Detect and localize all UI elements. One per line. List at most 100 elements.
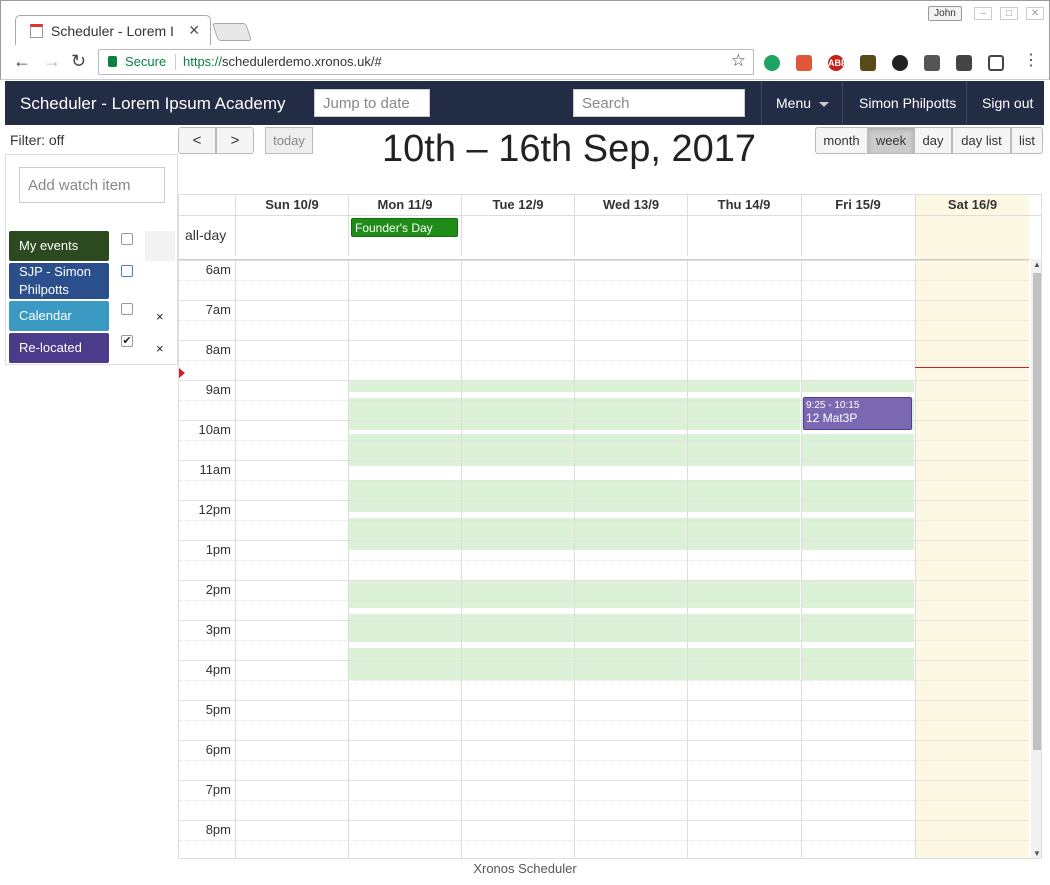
header-gutter bbox=[179, 195, 235, 215]
adblock-icon[interactable]: ABP bbox=[828, 55, 847, 71]
day-header[interactable]: Tue 12/9 bbox=[461, 195, 574, 215]
url-scheme: https:// bbox=[183, 54, 223, 69]
browser-tab[interactable]: Scheduler - Lorem I ✕ bbox=[15, 15, 211, 47]
all-day-event[interactable]: Founder's Day bbox=[351, 218, 458, 237]
search-input[interactable]: Search bbox=[573, 89, 745, 117]
address-bar-row: ← → ↻ Secure https://schedulerdemo.xrono… bbox=[0, 45, 1050, 80]
day-header[interactable]: Wed 13/9 bbox=[574, 195, 687, 215]
time-label: 9am bbox=[205, 382, 231, 397]
extension-paw-icon[interactable] bbox=[892, 55, 908, 71]
view-day-list-button[interactable]: day list bbox=[952, 127, 1011, 154]
scrollbar-thumb[interactable] bbox=[1033, 273, 1041, 750]
week-calendar: Sun 10/9 Mon 11/9 Tue 12/9 Wed 13/9 Thu 14/9… bbox=[178, 194, 1042, 859]
watch-item-label[interactable]: SJP - Simon Philpotts bbox=[9, 263, 109, 299]
time-label: 7pm bbox=[205, 782, 231, 797]
all-day-label: all-day bbox=[185, 227, 227, 243]
scroll-up-icon[interactable]: ▲ bbox=[1033, 260, 1041, 269]
remove-icon[interactable]: × bbox=[156, 341, 164, 356]
time-label: 1pm bbox=[205, 542, 231, 557]
day-header[interactable]: Mon 11/9 bbox=[348, 195, 461, 215]
remove-icon[interactable]: × bbox=[156, 309, 164, 324]
time-label: 8am bbox=[205, 342, 231, 357]
forward-arrow-icon[interactable]: → bbox=[43, 52, 61, 70]
extension-bulb-icon[interactable] bbox=[924, 55, 940, 71]
nav-divider bbox=[842, 81, 843, 125]
event-time: 9:25 - 10:15 bbox=[806, 399, 860, 411]
calendar-title: 10th – 16th Sep, 2017 bbox=[382, 128, 756, 170]
tab-close-icon[interactable]: ✕ bbox=[188, 22, 200, 39]
day-column[interactable] bbox=[235, 260, 348, 858]
day-header[interactable]: Sun 10/9 bbox=[235, 195, 348, 215]
day-header[interactable]: Sat 16/9 bbox=[915, 195, 1029, 215]
calendar-scrollbar[interactable]: ▲ ▼ bbox=[1031, 259, 1041, 858]
all-day-cell[interactable] bbox=[915, 216, 1028, 256]
menu-label: Menu bbox=[776, 95, 812, 111]
reload-icon[interactable]: ↻ bbox=[71, 52, 86, 70]
watch-item-checkbox[interactable] bbox=[121, 303, 133, 315]
time-label: 6pm bbox=[205, 742, 231, 757]
bookmark-star-icon[interactable]: ☆ bbox=[731, 51, 746, 71]
app-brand[interactable]: Scheduler - Lorem Ipsum Academy bbox=[20, 94, 286, 114]
extension-green-icon[interactable] bbox=[764, 55, 780, 71]
back-arrow-icon[interactable]: ← bbox=[13, 52, 31, 70]
url-text[interactable]: https://schedulerdemo.xronos.uk/# bbox=[183, 54, 382, 69]
all-day-cell[interactable] bbox=[574, 216, 687, 256]
day-column[interactable] bbox=[915, 260, 1028, 858]
view-week-button[interactable]: week bbox=[868, 127, 914, 154]
all-day-cell[interactable] bbox=[235, 216, 348, 256]
day-column[interactable] bbox=[801, 260, 914, 858]
watch-item-checkbox[interactable] bbox=[121, 265, 133, 277]
day-column[interactable] bbox=[574, 260, 687, 858]
nav-divider bbox=[966, 81, 967, 125]
new-tab-button[interactable] bbox=[212, 23, 252, 41]
timed-event[interactable]: 9:25 - 10:15 12 Mat3P bbox=[803, 396, 912, 430]
day-header[interactable]: Fri 15/9 bbox=[801, 195, 914, 215]
time-grid[interactable]: 6am 7am 8am 9am 10am 11am 12pm 1pm 2pm 3pm 4pm 5pm 6… bbox=[179, 259, 1029, 858]
next-week-button[interactable]: > bbox=[216, 127, 254, 154]
view-month-button[interactable]: month bbox=[815, 127, 868, 154]
watch-item-label[interactable]: My events bbox=[9, 231, 109, 261]
sign-out-link[interactable]: Sign out bbox=[982, 95, 1033, 111]
time-label: 7am bbox=[205, 302, 231, 317]
scroll-down-icon[interactable]: ▼ bbox=[1033, 849, 1041, 858]
prev-week-button[interactable]: < bbox=[178, 127, 216, 154]
day-header[interactable]: Thu 14/9 bbox=[687, 195, 800, 215]
cast-icon[interactable] bbox=[988, 55, 1004, 71]
extension-calendar-icon[interactable] bbox=[796, 55, 812, 71]
watch-item-label[interactable]: Re-located bbox=[9, 333, 109, 363]
nav-divider bbox=[761, 81, 762, 125]
view-list-button[interactable]: list bbox=[1011, 127, 1043, 154]
maximize-icon[interactable]: □ bbox=[1000, 7, 1018, 20]
add-watch-item-input[interactable]: Add watch item bbox=[19, 167, 165, 203]
time-label: 4pm bbox=[205, 662, 231, 677]
today-button[interactable]: today bbox=[265, 127, 313, 154]
browser-menu-icon[interactable]: ⋮ bbox=[1023, 52, 1039, 70]
window-close-icon[interactable]: ✕ bbox=[1026, 7, 1044, 20]
extension-house-icon[interactable] bbox=[860, 55, 876, 71]
time-label: 12pm bbox=[198, 502, 231, 517]
app-navbar: Scheduler - Lorem Ipsum Academy Jump to … bbox=[5, 81, 1044, 125]
watch-item-checkbox[interactable]: ✔ bbox=[121, 335, 133, 347]
time-label: 5pm bbox=[205, 702, 231, 717]
watch-item-label[interactable]: Calendar bbox=[9, 301, 109, 331]
time-label: 10am bbox=[198, 422, 231, 437]
extension-mail-icon[interactable] bbox=[956, 55, 972, 71]
menu-dropdown[interactable]: Menu bbox=[776, 95, 830, 111]
all-day-cell[interactable] bbox=[687, 216, 800, 256]
view-day-button[interactable]: day bbox=[914, 127, 952, 154]
all-day-cell[interactable] bbox=[801, 216, 914, 256]
profile-button[interactable]: John bbox=[928, 6, 962, 21]
jump-to-date-input[interactable]: Jump to date bbox=[314, 89, 430, 117]
all-day-cell[interactable] bbox=[461, 216, 574, 256]
time-label: 2pm bbox=[205, 582, 231, 597]
user-name-link[interactable]: Simon Philpotts bbox=[859, 95, 956, 111]
omnibox[interactable]: Secure https://schedulerdemo.xronos.uk/#… bbox=[98, 49, 754, 75]
day-column[interactable] bbox=[461, 260, 574, 858]
time-label: 8pm bbox=[205, 822, 231, 837]
day-column[interactable] bbox=[687, 260, 800, 858]
day-column[interactable] bbox=[348, 260, 461, 858]
filter-status[interactable]: Filter: off bbox=[10, 132, 64, 148]
minimize-icon[interactable]: – bbox=[974, 7, 992, 20]
time-label: 11am bbox=[199, 462, 231, 477]
watch-item-checkbox[interactable] bbox=[121, 233, 133, 245]
